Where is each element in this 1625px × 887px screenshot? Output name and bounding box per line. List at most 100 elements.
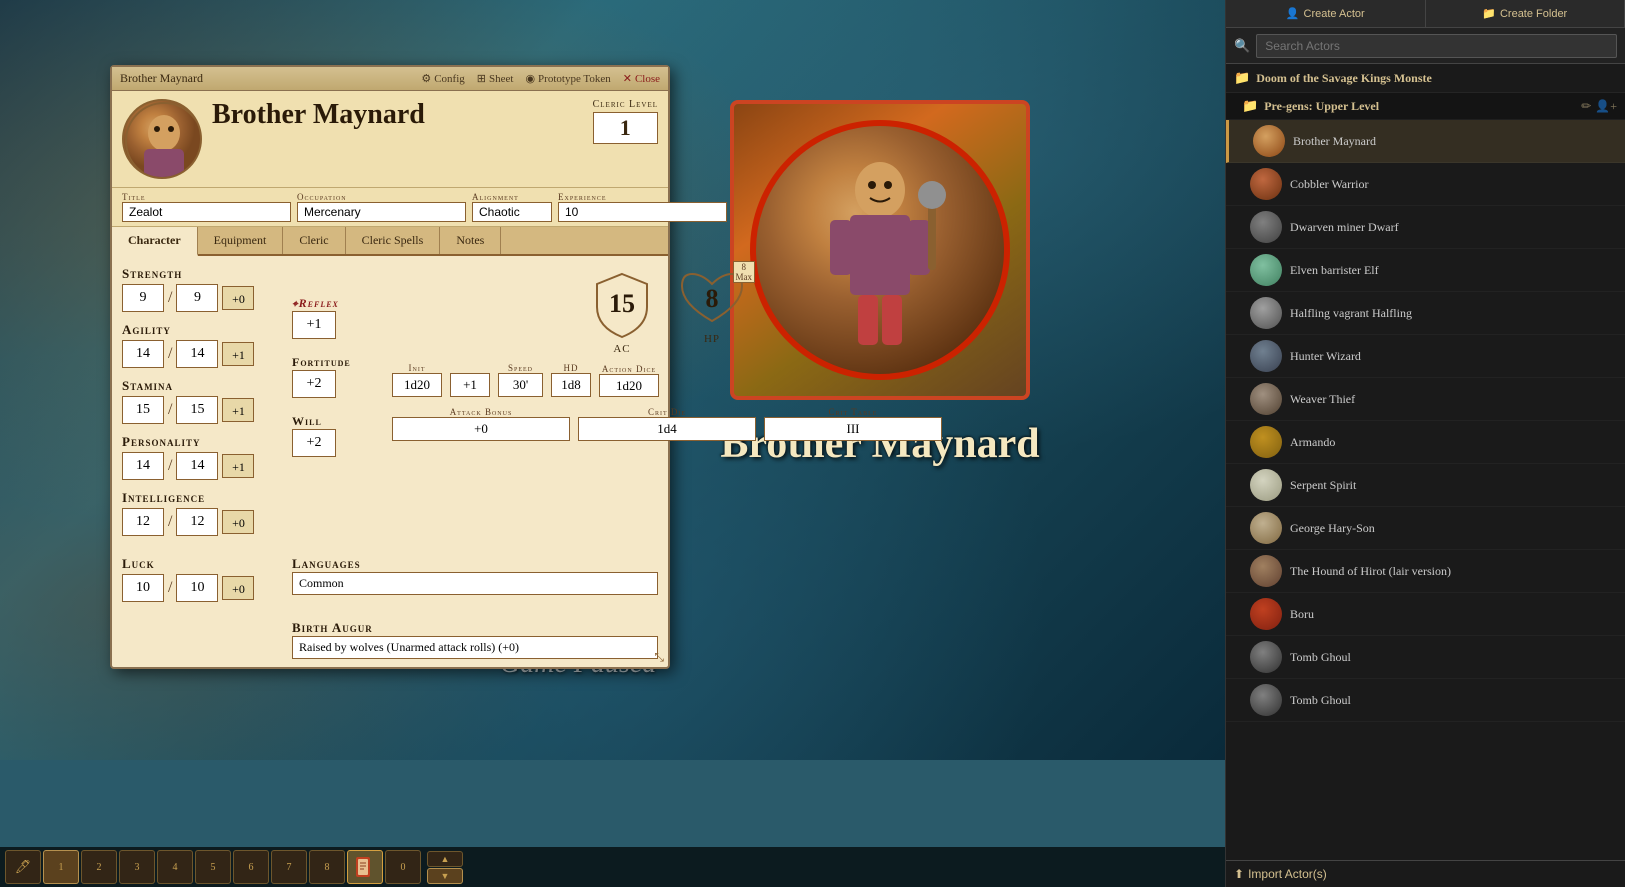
actor-name-halfling-vagrant: Halfling vagrant Halfling: [1290, 306, 1412, 321]
toolbar-slot-7[interactable]: 7: [271, 850, 307, 884]
sidebar-footer: ⬆ Import Actor(s): [1226, 860, 1625, 887]
sheet-resize-handle[interactable]: ⤡: [654, 650, 664, 665]
strength-base[interactable]: [122, 284, 164, 312]
toolbar-slot-draw[interactable]: 🖊: [5, 850, 41, 884]
tab-equipment[interactable]: Equipment: [198, 227, 284, 254]
intelligence-base[interactable]: [122, 508, 164, 536]
actor-avatar-dwarven-miner: [1250, 211, 1282, 243]
sidebar-header: 👤 Create Actor 📁 Create Folder: [1226, 0, 1625, 28]
toolbar-slot-5[interactable]: 5: [195, 850, 231, 884]
actor-item-dwarven-miner[interactable]: Dwarven miner Dwarf: [1226, 206, 1625, 249]
actor-item-brother-maynard[interactable]: Brother Maynard: [1226, 120, 1625, 163]
folder-edit-icon[interactable]: ✏: [1581, 99, 1591, 114]
import-actors-button[interactable]: ⬆ Import Actor(s): [1234, 867, 1327, 881]
folder-actions: ✏ 👤+: [1581, 99, 1617, 114]
agility-mod-raw[interactable]: [176, 340, 218, 368]
tab-cleric[interactable]: Cleric: [283, 227, 345, 254]
hp-value[interactable]: 8: [706, 284, 719, 314]
stamina-base[interactable]: [122, 396, 164, 424]
alignment-group: Alignment ChaoticNeutralLawful: [472, 192, 552, 222]
alignment-select[interactable]: ChaoticNeutralLawful: [472, 202, 552, 222]
actor-item-hound-of-hirot[interactable]: The Hound of Hirot (lair version): [1226, 550, 1625, 593]
intelligence-mod-raw[interactable]: [176, 508, 218, 536]
init-input[interactable]: [392, 373, 442, 397]
actor-item-tomb-ghoul-1[interactable]: Tomb Ghoul: [1226, 636, 1625, 679]
actor-item-elven-barrister[interactable]: Elven barrister Elf: [1226, 249, 1625, 292]
actor-item-armando[interactable]: Armando: [1226, 421, 1625, 464]
cleric-level-input[interactable]: 1: [593, 112, 658, 144]
close-button[interactable]: ✕ Close: [623, 72, 660, 85]
hd-input[interactable]: [551, 373, 591, 397]
actor-name-weaver-thief: Weaver Thief: [1290, 392, 1355, 407]
tab-character[interactable]: Character: [112, 227, 198, 256]
luck-base[interactable]: [122, 574, 164, 602]
actor-item-hunter-wizard[interactable]: Hunter Wizard: [1226, 335, 1625, 378]
actor-item-cobbler-warrior[interactable]: Cobbler Warrior: [1226, 163, 1625, 206]
action-dice-select[interactable]: 1d202d20: [599, 374, 659, 397]
stamina-label: Stamina: [122, 378, 282, 394]
tab-cleric-spells[interactable]: Cleric Spells: [346, 227, 441, 254]
toolbar-slot-0[interactable]: 0: [385, 850, 421, 884]
actor-avatar-brother-maynard: [1253, 125, 1285, 157]
create-actor-label: Create Actor: [1304, 8, 1365, 20]
create-actor-button[interactable]: 👤 Create Actor: [1226, 0, 1426, 27]
hd-label: HD: [551, 363, 591, 373]
toolbar-slot-3[interactable]: 3: [119, 850, 155, 884]
folder-pregens-icon: 📁: [1242, 98, 1258, 114]
toolbar-slot-1[interactable]: 1: [43, 850, 79, 884]
title-group: Title: [122, 192, 291, 222]
personality-base[interactable]: [122, 452, 164, 480]
attack-bonus-input[interactable]: [392, 417, 570, 441]
folder-doom-savage[interactable]: 📁 Doom of the Savage Kings Monste: [1226, 64, 1625, 93]
actor-item-halfling-vagrant[interactable]: Halfling vagrant Halfling: [1226, 292, 1625, 335]
fortitude-value[interactable]: [292, 370, 336, 398]
experience-label: Experience: [558, 192, 727, 202]
birth-augur-input[interactable]: [292, 636, 658, 659]
create-folder-button[interactable]: 📁 Create Folder: [1426, 0, 1625, 27]
actor-item-george-hary-son[interactable]: George Hary-Son: [1226, 507, 1625, 550]
prototype-token-button[interactable]: ◉ Prototype Token: [525, 72, 610, 85]
title-input[interactable]: [122, 202, 291, 222]
actor-avatar-hunter-wizard: [1250, 340, 1282, 372]
tab-notes[interactable]: Notes: [440, 227, 501, 254]
config-button[interactable]: ⚙ Config: [421, 72, 464, 85]
portrait-box[interactable]: [122, 99, 202, 179]
toolbar-slot-8[interactable]: 8: [309, 850, 345, 884]
stat-sep-agi: /: [168, 345, 172, 363]
actor-item-tomb-ghoul-2[interactable]: Tomb Ghoul: [1226, 679, 1625, 722]
toolbar-slot-4[interactable]: 4: [157, 850, 193, 884]
hp-heart: 8 8Max: [677, 266, 747, 331]
toolbar-nav-up[interactable]: ▲: [427, 851, 463, 867]
attack-row: Attack Bonus Crit Die Crit Table: [392, 407, 942, 441]
attack-bonus-label: Attack Bonus: [392, 407, 570, 417]
toolbar-slot-6[interactable]: 6: [233, 850, 269, 884]
toolbar-slot-2[interactable]: 2: [81, 850, 117, 884]
actor-name-cobbler-warrior: Cobbler Warrior: [1290, 177, 1368, 192]
occupation-input[interactable]: [297, 202, 466, 222]
strength-mod-raw[interactable]: [176, 284, 218, 312]
agility-base[interactable]: [122, 340, 164, 368]
actor-item-serpent-spirit[interactable]: Serpent Spirit: [1226, 464, 1625, 507]
will-value[interactable]: [292, 429, 336, 457]
folder-pregens[interactable]: 📁 Pre-gens: Upper Level ✏ 👤+: [1226, 93, 1625, 120]
actor-item-weaver-thief[interactable]: Weaver Thief: [1226, 378, 1625, 421]
agility-label: Agility: [122, 322, 282, 338]
folder-add-icon[interactable]: 👤+: [1595, 99, 1617, 114]
reflex-value[interactable]: [292, 311, 336, 339]
personality-mod-raw[interactable]: [176, 452, 218, 480]
toolbar-nav-down[interactable]: ▼: [427, 868, 463, 884]
experience-input[interactable]: [558, 202, 727, 222]
sheet-button[interactable]: ⊞ Sheet: [477, 72, 514, 85]
search-actors-input[interactable]: [1256, 34, 1617, 58]
crit-die-input[interactable]: [578, 417, 756, 441]
luck-mod-raw[interactable]: [176, 574, 218, 602]
stamina-mod-raw[interactable]: [176, 396, 218, 424]
actor-item-boru[interactable]: Boru: [1226, 593, 1625, 636]
crit-table-input[interactable]: [764, 417, 942, 441]
ac-value[interactable]: 15: [609, 289, 635, 319]
init-bonus-input[interactable]: [450, 373, 490, 397]
languages-input[interactable]: [292, 572, 658, 595]
intelligence-modifier: +0: [222, 510, 254, 534]
toolbar-slot-9[interactable]: [347, 850, 383, 884]
speed-input[interactable]: [498, 373, 543, 397]
